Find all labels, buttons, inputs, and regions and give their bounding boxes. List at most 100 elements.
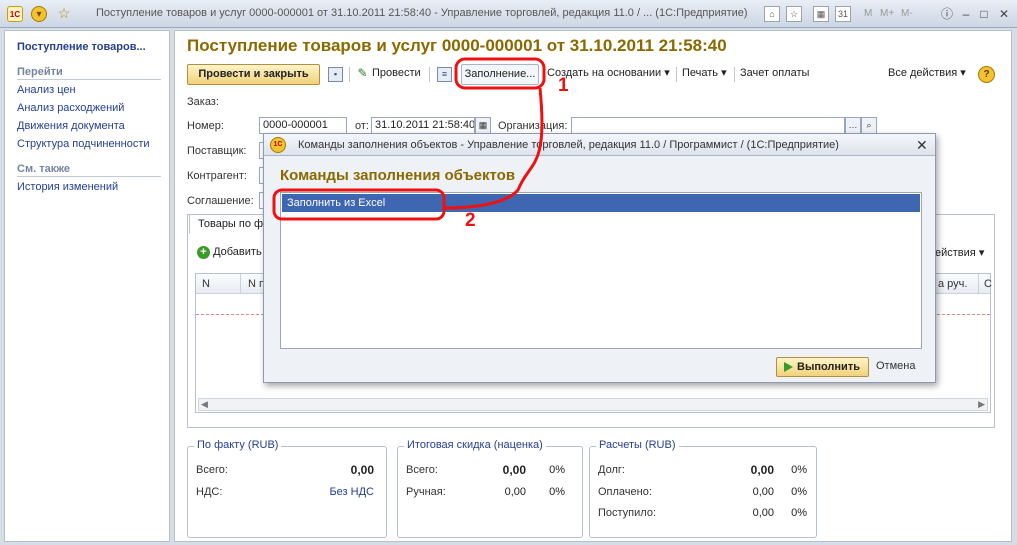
execute-button[interactable]: Выполнить: [776, 357, 869, 377]
totals-fact-group: По факту (RUB) Всего: 0,00 НДС: Без НДС: [187, 439, 387, 538]
debt-label: Долг:: [598, 464, 625, 476]
column-header-n[interactable]: N: [202, 278, 210, 290]
maximize-icon[interactable]: □: [975, 5, 993, 23]
main-menu-icon[interactable]: ▾: [31, 6, 47, 22]
toolbar-divider: [349, 67, 350, 82]
column-divider: [240, 274, 241, 294]
table-actions-menu[interactable]: ействия ▾: [935, 246, 984, 259]
column-header-c[interactable]: С: [984, 278, 992, 290]
fact-vat-value[interactable]: Без НДС: [329, 486, 374, 498]
totals-fact-title: По факту (RUB): [194, 439, 282, 451]
help-icon[interactable]: ?: [978, 66, 995, 83]
discount-manual-value: 0,00: [504, 486, 526, 498]
fill-commands-list[interactable]: Заполнить из Excel: [280, 192, 922, 349]
play-icon: [784, 362, 793, 372]
search-icon[interactable]: ⌕: [861, 117, 877, 134]
navigation-panel: Поступление товаров... Перейти Анализ це…: [4, 30, 170, 542]
post-button[interactable]: Провести: [372, 64, 421, 85]
paid-pct: 0%: [791, 486, 807, 498]
list-item[interactable]: Заполнить из Excel: [282, 194, 920, 212]
column-divider: [978, 274, 979, 294]
annotation-marker-1: 1: [558, 75, 569, 96]
settlements-title: Расчеты (RUB): [596, 439, 679, 451]
home-icon[interactable]: ⌂: [764, 6, 780, 22]
memory-plus-button[interactable]: M+: [880, 8, 894, 19]
agreement-label: Соглашение:: [187, 195, 254, 207]
sidebar-item-change-history[interactable]: История изменений: [17, 181, 118, 193]
received-pct: 0%: [791, 507, 807, 519]
horizontal-scrollbar[interactable]: ◀ ▶: [198, 398, 988, 411]
cancel-button[interactable]: Отмена: [876, 360, 915, 372]
add-row-button[interactable]: + Добавить: [197, 246, 262, 259]
settlements-group: Расчеты (RUB) Долг: 0,00 0% Оплачено: 0,…: [589, 439, 817, 538]
column-header-manual[interactable]: а руч.: [938, 278, 967, 290]
fact-total-label: Всего:: [196, 464, 228, 476]
scroll-right-icon[interactable]: ▶: [978, 399, 985, 410]
fact-total-value: 0,00: [350, 463, 374, 477]
payment-offset-button[interactable]: Зачет оплаты: [740, 64, 809, 85]
sidebar-item-document-movements[interactable]: Движения документа: [17, 120, 125, 132]
close-window-icon[interactable]: ✕: [995, 5, 1013, 23]
favorites-star-icon[interactable]: ☆: [56, 6, 72, 22]
all-actions-menu[interactable]: Все действия ▾: [888, 64, 966, 85]
calculator-icon[interactable]: ▦: [813, 6, 829, 22]
number-field[interactable]: 0000-000001: [259, 117, 347, 134]
memory-m-button[interactable]: M: [864, 8, 872, 19]
chevron-down-icon: ▾: [978, 247, 985, 259]
order-label: Заказ:: [187, 96, 219, 108]
dialog-heading: Команды заполнения объектов: [280, 167, 516, 184]
sidebar-item-subordination-structure[interactable]: Структура подчиненности: [17, 138, 150, 150]
debt-value: 0,00: [750, 463, 774, 477]
discount-total-label: Всего:: [406, 464, 438, 476]
sidebar-title[interactable]: Поступление товаров...: [17, 41, 146, 53]
received-label: Поступило:: [598, 507, 657, 519]
received-value: 0,00: [752, 507, 774, 519]
toolbar-divider: [734, 67, 735, 82]
info-icon[interactable]: ⓘ: [938, 5, 956, 23]
discount-total-pct: 0%: [549, 464, 565, 476]
app-logo-icon[interactable]: 1С: [7, 6, 23, 22]
dialog-title: Команды заполнения объектов - Управление…: [298, 139, 839, 151]
structure-icon[interactable]: ≡: [437, 67, 452, 82]
dialog-app-icon: 1С: [270, 137, 286, 153]
fill-commands-dialog: 1С Команды заполнения объектов - Управле…: [263, 133, 936, 383]
calendar-picker-icon[interactable]: ▦: [475, 117, 491, 134]
number-label: Номер:: [187, 120, 224, 132]
organization-field[interactable]: [571, 117, 845, 134]
chevron-down-icon: ▾: [721, 67, 727, 79]
discount-total-value: 0,00: [502, 463, 526, 477]
supplier-label: Поставщик:: [187, 145, 247, 157]
minimize-icon[interactable]: –: [957, 5, 975, 23]
calendar-icon[interactable]: 31: [835, 6, 851, 22]
sidebar-item-price-analysis[interactable]: Анализ цен: [17, 84, 76, 96]
total-discount-group: Итоговая скидка (наценка) Всего: 0,00 0%…: [397, 439, 583, 538]
all-actions-label: Все действия: [888, 67, 958, 79]
section-goto: Перейти: [17, 66, 161, 80]
select-ellipsis-icon[interactable]: …: [845, 117, 861, 134]
post-document-icon: ✎: [357, 66, 368, 80]
save-icon[interactable]: ▪: [328, 67, 343, 82]
discount-manual-pct: 0%: [549, 486, 565, 498]
add-icon: +: [197, 246, 210, 259]
paid-value: 0,00: [752, 486, 774, 498]
contractor-label: Контрагент:: [187, 170, 247, 182]
close-icon[interactable]: ✕: [916, 137, 928, 154]
page-title: Поступление товаров и услуг 0000-000001 …: [187, 36, 727, 55]
memory-minus-button[interactable]: M-: [901, 8, 913, 19]
paid-label: Оплачено:: [598, 486, 652, 498]
fact-vat-label: НДС:: [196, 486, 223, 498]
scroll-left-icon[interactable]: ◀: [201, 399, 208, 410]
sidebar-item-discrepancy-analysis[interactable]: Анализ расходжений: [17, 102, 124, 114]
total-discount-title: Итоговая скидка (наценка): [404, 439, 546, 451]
table-actions-label: ействия: [935, 247, 976, 259]
chevron-down-icon: ▾: [664, 67, 670, 79]
organization-label: Организация:: [498, 120, 568, 132]
date-field[interactable]: 31.10.2011 21:58:40: [371, 117, 475, 134]
toolbar-divider: [429, 67, 430, 82]
post-and-close-button[interactable]: Провести и закрыть: [187, 64, 320, 85]
annotation-marker-2: 2: [465, 210, 476, 231]
print-menu[interactable]: Печать ▾: [682, 64, 727, 85]
fill-button[interactable]: Заполнение...: [461, 64, 539, 85]
bookmark-icon[interactable]: ☆: [786, 6, 802, 22]
execute-label: Выполнить: [797, 361, 860, 373]
